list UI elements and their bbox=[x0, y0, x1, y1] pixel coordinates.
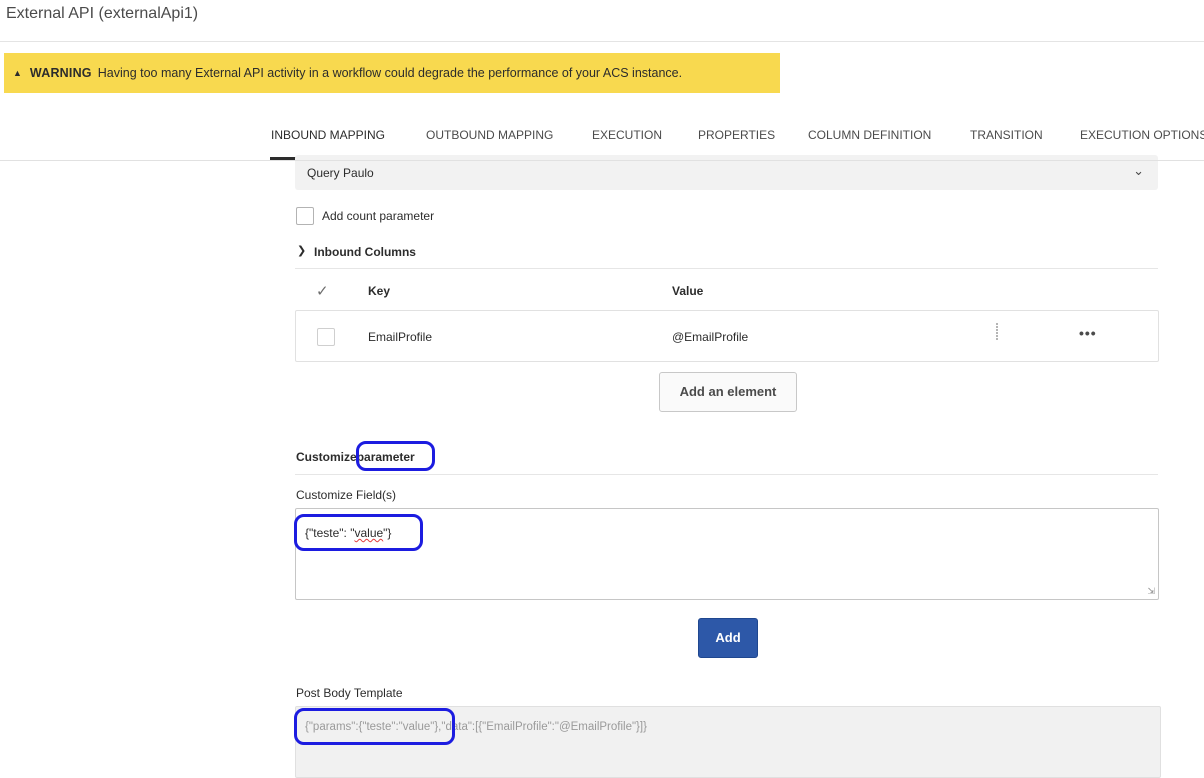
annotation-highlight bbox=[294, 514, 423, 551]
column-header-value: Value bbox=[672, 284, 704, 298]
warning-banner: ▲ WARNING Having too many External API a… bbox=[4, 53, 780, 93]
add-count-parameter-label: Add count parameter bbox=[322, 209, 435, 223]
add-element-button[interactable]: Add an element bbox=[659, 372, 797, 412]
resize-handle-icon[interactable]: ⇲ bbox=[1147, 586, 1155, 597]
annotation-highlight bbox=[294, 708, 455, 745]
warning-label: WARNING bbox=[29, 66, 92, 80]
tab-execution-options[interactable]: EXECUTION OPTIONS bbox=[1080, 128, 1204, 142]
header-divider bbox=[0, 41, 1204, 42]
add-button[interactable]: Add bbox=[698, 618, 758, 658]
tab-execution[interactable]: EXECUTION bbox=[592, 128, 662, 142]
warning-icon: ▲ bbox=[13, 68, 22, 78]
row-key-cell: EmailProfile bbox=[368, 330, 433, 344]
add-count-parameter-checkbox[interactable] bbox=[296, 207, 314, 225]
chevron-down-icon: ⌄ bbox=[1133, 163, 1144, 178]
window-title: External API (externalApi1) bbox=[6, 5, 199, 22]
tab-properties[interactable]: PROPERTIES bbox=[698, 128, 775, 142]
section-divider bbox=[295, 474, 1158, 475]
customize-field-textarea[interactable]: {"teste": "value"} ⇲ bbox=[295, 508, 1159, 600]
annotation-highlight bbox=[356, 441, 435, 471]
post-body-label: Post Body Template bbox=[296, 686, 403, 700]
chevron-down-icon[interactable]: ❯ bbox=[297, 244, 306, 257]
column-header-key: Key bbox=[368, 284, 391, 298]
section-divider bbox=[295, 268, 1158, 269]
check-icon[interactable]: ✓ bbox=[316, 282, 329, 300]
tab-column-definition[interactable]: COLUMN DEFINITION bbox=[808, 128, 931, 142]
customize-field-label: Customize Field(s) bbox=[296, 488, 397, 502]
tab-inbound-mapping[interactable]: INBOUND MAPPING bbox=[271, 128, 385, 142]
drag-handle-icon[interactable] bbox=[996, 323, 1002, 341]
tab-transition[interactable]: TRANSITION bbox=[970, 128, 1043, 142]
query-select-value: Query Paulo bbox=[307, 166, 374, 180]
tab-outbound-mapping[interactable]: OUTBOUND MAPPING bbox=[426, 128, 553, 142]
inbound-columns-title[interactable]: Inbound Columns bbox=[314, 245, 416, 259]
row-checkbox[interactable] bbox=[317, 328, 335, 346]
warning-message: Having too many External API activity in… bbox=[97, 66, 683, 80]
row-value-cell: @EmailProfile bbox=[672, 330, 749, 344]
customize-title-part1: Customize bbox=[296, 450, 357, 464]
tabs-divider bbox=[0, 160, 1204, 161]
more-options-icon[interactable]: ••• bbox=[1079, 325, 1097, 341]
